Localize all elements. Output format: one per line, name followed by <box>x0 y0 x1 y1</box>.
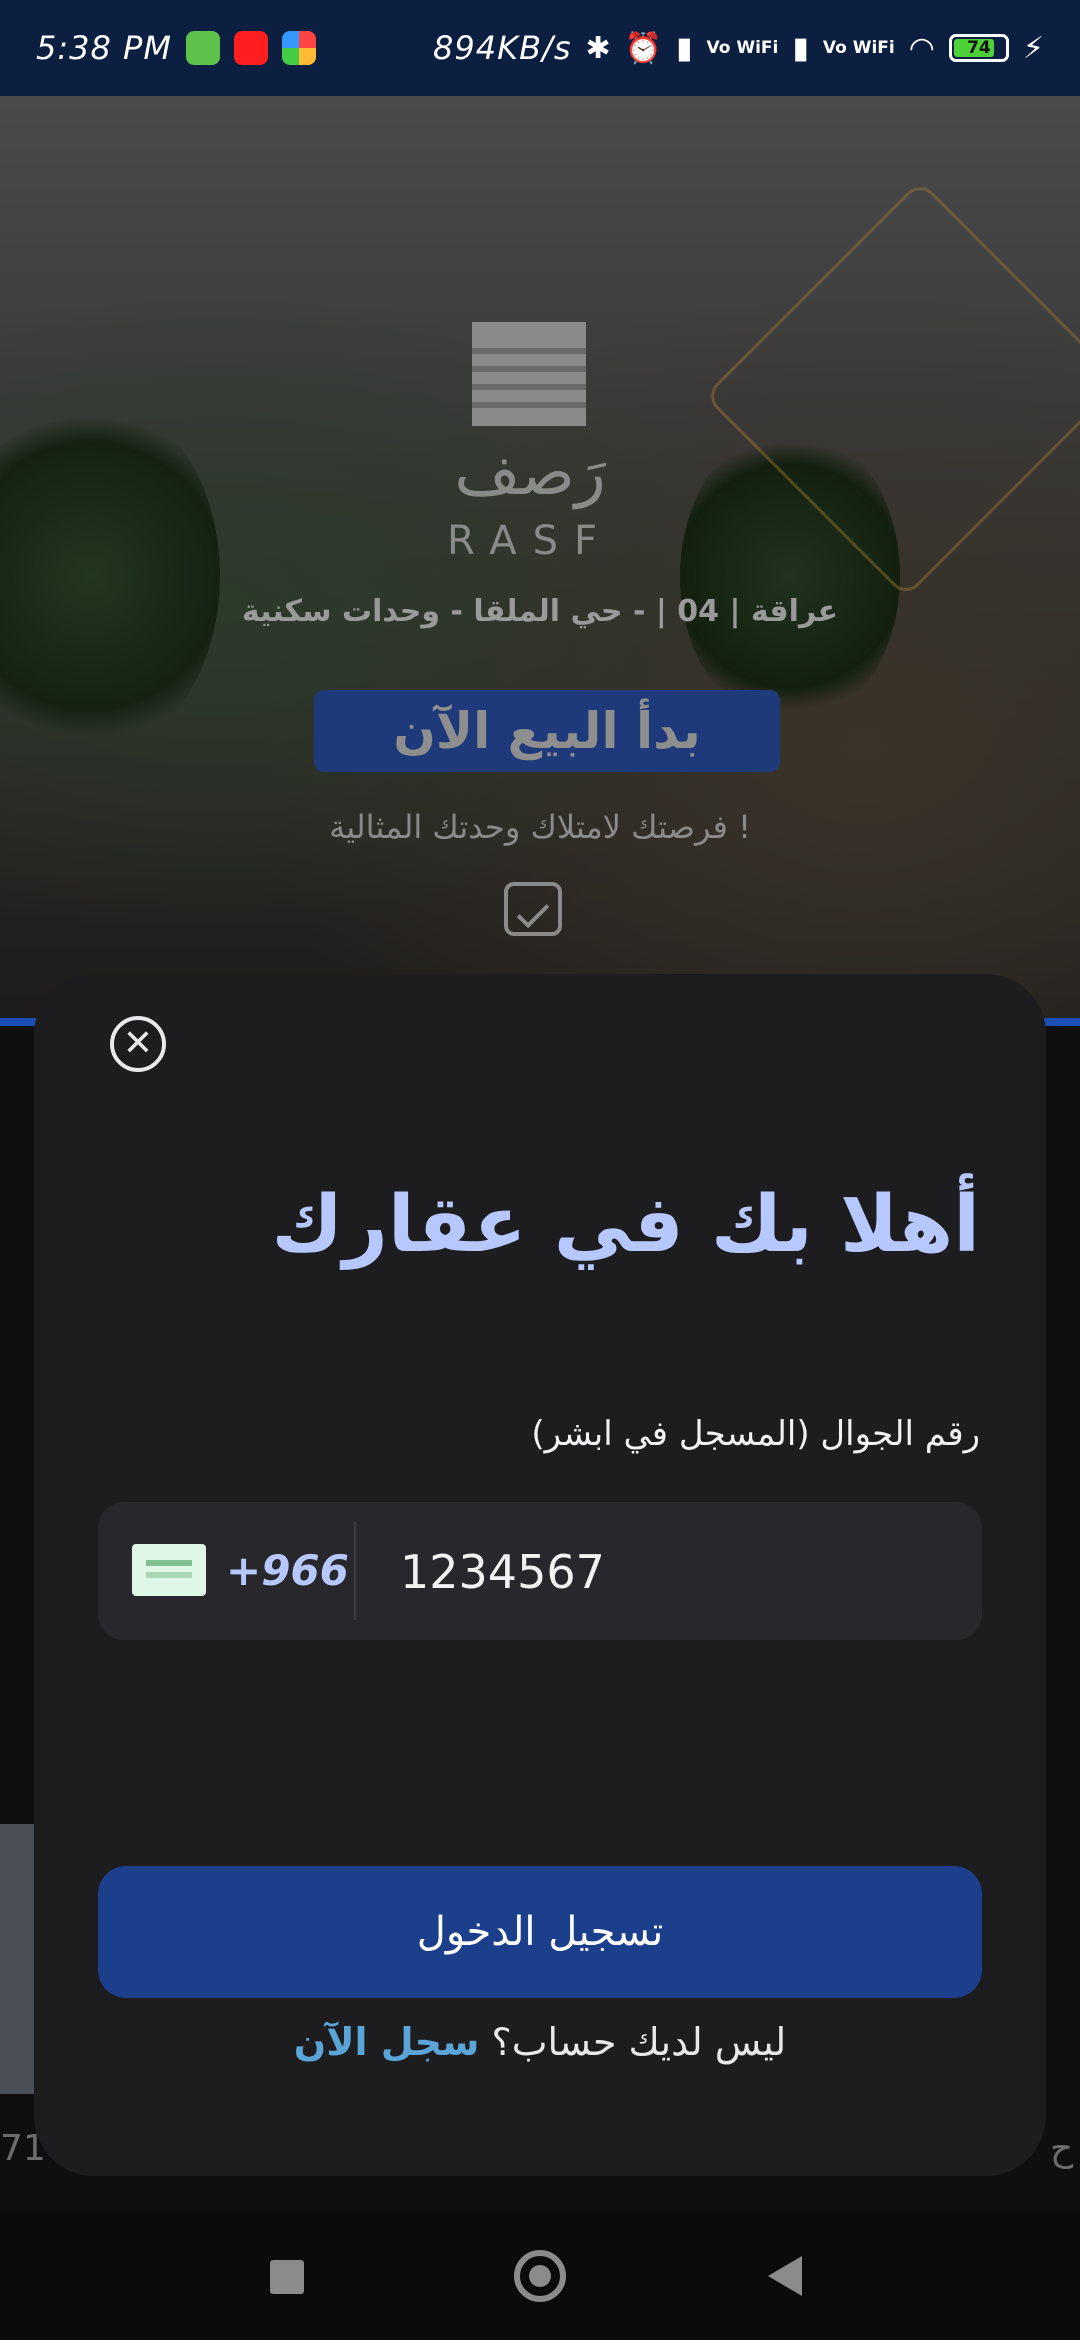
edit-check-icon <box>504 882 562 936</box>
recents-square-icon[interactable] <box>270 2260 304 2294</box>
close-circle-icon[interactable]: ✕ <box>110 1016 166 1072</box>
alarm-icon: ⏰ <box>624 30 663 66</box>
status-time: 5:38 PM <box>36 29 172 67</box>
photos-app-icon <box>281 31 316 65</box>
phone-field[interactable]: +966 <box>98 1502 982 1642</box>
no-account-text: ليس لديك حساب؟ <box>491 2020 787 2064</box>
system-nav-bar <box>0 2210 1080 2340</box>
vowifi-label: Vo WiFi <box>706 38 779 58</box>
wifi-icon: ◠ <box>908 30 935 66</box>
status-right: 894KB/s ✱ ⏰ ▮ Vo WiFi ▮ Vo WiFi ◠ 74 ⚡ <box>433 29 1044 67</box>
vowifi-label: Vo WiFi <box>822 38 895 58</box>
hero-tagline: فرصتك لامتلاك وحدتك المثالية ! <box>329 808 751 846</box>
hero-banner[interactable]: رَصف RASF عراقة | 04 | - حي الملقا - وحد… <box>0 96 1080 1026</box>
saudi-flag-icon[interactable] <box>132 1544 206 1596</box>
hero-cta-badge: بدأ البيع الآن <box>314 690 780 772</box>
brand-logo-icon <box>472 322 586 426</box>
signal-icon: ▮ <box>792 30 809 66</box>
brand-name-ar: رَصف <box>454 436 606 510</box>
status-left: 5:38 PM <box>36 29 316 67</box>
background-text-fragment: ح <box>1050 2128 1074 2169</box>
field-divider <box>354 1522 356 1620</box>
brand-name-en: RASF <box>447 518 613 564</box>
background-card-image <box>0 1824 36 2094</box>
signup-prompt: ليس لديك حساب؟ سجل الآن <box>34 2020 1046 2064</box>
register-link[interactable]: سجل الآن <box>294 2020 480 2064</box>
battery-icon: 74 <box>948 34 1009 62</box>
country-code[interactable]: +966 <box>226 1502 349 1640</box>
login-sheet: ✕ أهلا بك في عقارك رقم الجوال (المسجل في… <box>34 974 1046 2176</box>
battery-level: 74 <box>967 38 991 58</box>
home-circle-icon[interactable] <box>514 2250 566 2302</box>
charging-icon: ⚡ <box>1022 30 1044 66</box>
youtube-icon <box>233 31 268 65</box>
hero-subtitle: عراقة | 04 | - حي الملقا - وحدات سكنية <box>241 594 839 629</box>
status-bar: 5:38 PM 894KB/s ✱ ⏰ ▮ Vo WiFi ▮ Vo WiFi … <box>0 0 1080 96</box>
sheet-title: أهلا بك في عقارك <box>271 1180 980 1270</box>
phone-input[interactable] <box>398 1502 942 1642</box>
phone-field-label: رقم الجوال (المسجل في ابشر) <box>531 1414 980 1454</box>
signal-icon: ▮ <box>676 30 693 66</box>
back-triangle-icon[interactable] <box>768 2256 802 2296</box>
plant-decoration <box>0 396 220 756</box>
network-speed: 894KB/s <box>433 29 572 67</box>
bluetooth-icon: ✱ <box>585 30 611 66</box>
messaging-app-icon <box>185 31 220 65</box>
login-button[interactable]: تسجيل الدخول <box>98 1866 982 1998</box>
